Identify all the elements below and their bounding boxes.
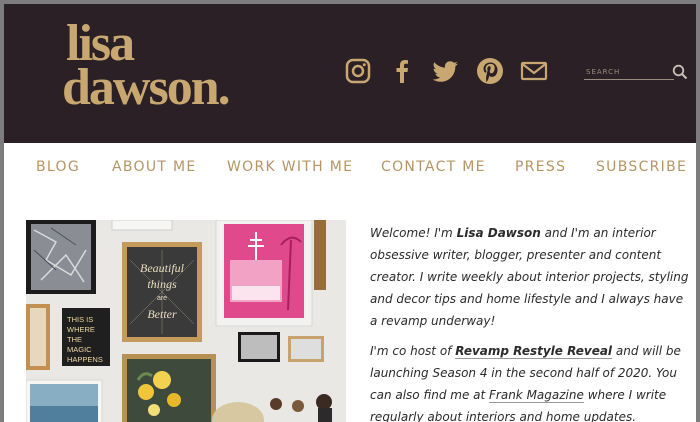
intro-p2-a: I'm co host of [370,344,456,358]
main-nav: BLOG ABOUT ME WORK WITH ME CONTACT ME PR… [4,143,696,193]
intro-paragraph-1: Welcome! I'm Lisa Dawson and I'm an inte… [370,222,692,332]
hero-photo: Beautiful things are Better THIS IS WHER… [26,220,346,422]
intro-p1-b: and I'm an interior obsessive writer, bl… [370,226,689,328]
nav-item-press[interactable]: PRESS [515,159,566,175]
instagram-icon[interactable] [344,57,372,85]
intro-p1-a: Welcome! I'm [370,226,457,240]
intro-paragraph-2: I'm co host of Revamp Restyle Reveal and… [370,340,692,422]
nav-item-subscribe[interactable]: SUBSCRIBE [596,159,687,175]
nav-item-contact-me[interactable]: CONTACT ME [381,159,486,175]
sign-text-2: things [147,277,177,291]
email-icon[interactable] [520,57,548,85]
search-input[interactable] [584,64,674,80]
nav-item-about-me[interactable]: ABOUT ME [112,159,197,175]
nav-item-work-with-me[interactable]: WORK WITH ME [227,159,353,175]
twitter-icon[interactable] [432,57,460,85]
sign-text-4: Better [147,307,177,321]
search-box [584,64,688,84]
search-icon[interactable] [672,64,688,80]
sign-text-1: Beautiful [140,261,185,275]
site-header: lisa dawson. [4,4,696,143]
logo-line-2: dawson. [62,59,231,116]
author-name: Lisa Dawson [456,226,541,240]
magic-sign-1: THIS IS [67,315,93,324]
frank-magazine-link[interactable]: Frank Magazine [489,388,584,403]
sign-text-3: are [157,295,167,302]
magic-sign-3: THE [67,335,82,344]
nav-item-blog[interactable]: BLOG [36,159,80,175]
revamp-restyle-link[interactable]: Revamp Restyle Reveal [455,344,613,359]
magic-sign-5: HAPPENS [67,355,103,364]
magic-sign-2: WHERE [67,325,95,334]
pinterest-icon[interactable] [476,57,504,85]
site-logo[interactable]: lisa dawson. [62,18,242,118]
intro-text: Welcome! I'm Lisa Dawson and I'm an inte… [370,222,692,422]
facebook-icon[interactable] [388,57,416,85]
social-links [344,56,548,86]
magic-sign-4: MAGIC [67,345,92,354]
page-frame: lisa dawson. SEARCH BLOG ABOUT ME WORK W… [4,4,696,422]
